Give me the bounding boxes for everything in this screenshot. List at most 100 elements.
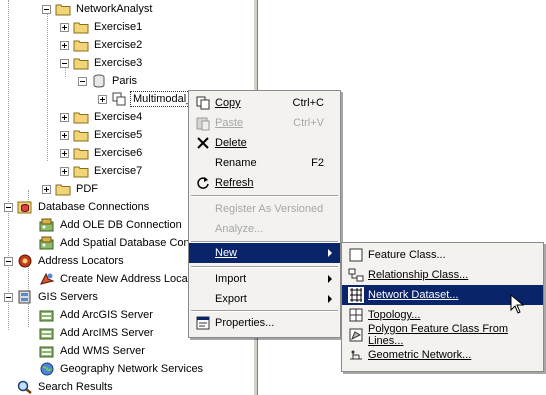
create-locator-icon xyxy=(40,272,55,285)
collapse-icon[interactable] xyxy=(78,76,87,86)
menu-item-properties[interactable]: Properties... xyxy=(189,313,340,333)
menu-item-export[interactable]: Export xyxy=(189,289,340,309)
feature-dataset-icon xyxy=(112,92,126,106)
tree-item-label: Exercise3 xyxy=(94,57,143,69)
tree-item-add-arcims-server[interactable]: Add ArcIMS Server xyxy=(26,324,156,342)
menu-item-refresh[interactable]: Refresh xyxy=(189,173,340,193)
expand-icon[interactable] xyxy=(98,94,107,104)
folder-icon xyxy=(73,130,89,142)
menu-item-label: New xyxy=(215,247,238,259)
tree-item-label: Add ArcIMS Server xyxy=(60,327,154,339)
menu-item-label: Register As Versioned xyxy=(215,203,324,215)
menu-shortcut: Ctrl+C xyxy=(292,97,324,109)
relationship-class-icon xyxy=(348,268,364,282)
menu-item-register-versioned[interactable]: Register As Versioned xyxy=(189,199,340,219)
submenu-item-relationship-class[interactable]: Relationship Class... xyxy=(342,265,543,285)
collapse-icon[interactable] xyxy=(4,256,13,266)
tree-item-label: Paris xyxy=(112,75,138,87)
tree-item-gis-servers[interactable]: GIS Servers xyxy=(4,288,100,306)
menu-item-delete[interactable]: Delete xyxy=(189,133,340,153)
folder-icon xyxy=(55,4,71,16)
expand-icon[interactable] xyxy=(60,130,69,140)
folder-icon xyxy=(73,148,89,160)
folder-icon xyxy=(55,184,71,196)
tree-item-add-spatial-db[interactable]: Add Spatial Database Conne xyxy=(26,234,204,252)
tree-item-label: Exercise4 xyxy=(94,111,143,123)
tree-item-exercise4[interactable]: Exercise4 xyxy=(60,108,144,126)
tree-item-exercise5[interactable]: Exercise5 xyxy=(60,126,144,144)
tree-item-search-results[interactable]: Search Results xyxy=(4,378,115,395)
collapse-icon[interactable] xyxy=(4,292,13,302)
collapse-icon[interactable] xyxy=(4,202,13,212)
menu-item-label: Delete xyxy=(215,137,247,149)
tree-item-label: Add WMS Server xyxy=(60,345,145,357)
menu-shortcut: Ctrl+V xyxy=(293,117,324,129)
menu-item-new[interactable]: New xyxy=(189,243,340,263)
menu-item-rename[interactable]: Rename F2 xyxy=(189,153,340,173)
tree-item-geography-network[interactable]: Geography Network Services xyxy=(26,360,205,378)
submenu-item-polygon-feature-class[interactable]: Polygon Feature Class From Lines... xyxy=(342,323,543,347)
tree-item-pdf[interactable]: PDF xyxy=(42,180,100,198)
collapse-icon[interactable] xyxy=(42,4,51,14)
delete-icon xyxy=(197,137,209,149)
tree-item-exercise6[interactable]: Exercise6 xyxy=(60,144,144,162)
mouse-cursor-icon xyxy=(510,294,524,314)
menu-item-label: Rename xyxy=(215,157,257,169)
menu-item-label: Topology... xyxy=(368,309,421,321)
expand-icon[interactable] xyxy=(60,22,69,32)
context-menu: Copy Ctrl+C Paste Ctrl+V Delete Rename F… xyxy=(188,90,341,338)
tree-item-exercise1[interactable]: Exercise1 xyxy=(60,18,144,36)
tree-item-exercise2[interactable]: Exercise2 xyxy=(60,36,144,54)
expand-icon[interactable] xyxy=(60,148,69,158)
feature-class-icon xyxy=(349,248,363,262)
tree-item-networkanalyst[interactable]: NetworkAnalyst xyxy=(42,0,154,18)
copy-icon xyxy=(196,96,210,110)
folder-icon xyxy=(73,40,89,52)
folder-icon xyxy=(73,112,89,124)
tree-item-label: Add Spatial Database Conne xyxy=(60,237,202,249)
tree-item-add-ole-db[interactable]: Add OLE DB Connection xyxy=(26,216,184,234)
menu-item-analyze[interactable]: Analyze... xyxy=(189,219,340,239)
tree-item-label: Search Results xyxy=(38,381,113,393)
tree-item-label: Geography Network Services xyxy=(60,363,204,375)
gis-servers-icon xyxy=(18,290,31,304)
expand-icon[interactable] xyxy=(60,166,69,176)
add-server-icon xyxy=(39,328,54,340)
tree-item-label: Database Connections xyxy=(38,201,150,213)
tree-item-add-arcgis-server[interactable]: Add ArcGIS Server xyxy=(26,306,155,324)
menu-item-label: Refresh xyxy=(215,177,254,189)
address-locators-icon xyxy=(18,254,32,268)
polygon-from-lines-icon xyxy=(349,328,363,342)
geometric-network-icon xyxy=(350,350,362,360)
tree-item-exercise7[interactable]: Exercise7 xyxy=(60,162,144,180)
tree-item-paris[interactable]: Paris xyxy=(78,72,139,90)
menu-item-paste[interactable]: Paste Ctrl+V xyxy=(189,113,340,133)
menu-item-label: Geometric Network... xyxy=(368,349,472,361)
tree-item-label: GIS Servers xyxy=(38,291,98,303)
tree-item-exercise3[interactable]: Exercise3 xyxy=(60,54,144,72)
menu-item-import[interactable]: Import xyxy=(189,269,340,289)
expand-icon[interactable] xyxy=(60,40,69,50)
tree-item-create-address-locator[interactable]: Create New Address Locator xyxy=(26,270,203,288)
menu-item-copy[interactable]: Copy Ctrl+C xyxy=(189,93,340,113)
menu-shortcut: F2 xyxy=(311,157,324,169)
add-connection-icon xyxy=(39,236,54,250)
tree-item-address-locators[interactable]: Address Locators xyxy=(4,252,126,270)
expand-icon[interactable] xyxy=(42,184,51,194)
add-server-icon xyxy=(39,310,54,322)
submenu-item-feature-class[interactable]: Feature Class... xyxy=(342,245,543,265)
menu-item-label: Relationship Class... xyxy=(368,269,469,281)
tree-item-label: Add OLE DB Connection xyxy=(60,219,182,231)
menu-separator xyxy=(191,266,338,268)
tree-item-add-wms-server[interactable]: Add WMS Server xyxy=(26,342,147,360)
collapse-icon[interactable] xyxy=(60,58,69,68)
tree-item-label: Exercise5 xyxy=(94,129,143,141)
tree-item-database-connections[interactable]: Database Connections xyxy=(4,198,151,216)
expand-icon[interactable] xyxy=(60,112,69,122)
submenu-item-geometric-network[interactable]: Geometric Network... xyxy=(342,345,543,365)
menu-item-label: Paste xyxy=(215,117,244,129)
tree-item-label: Exercise6 xyxy=(94,147,143,159)
geodatabase-icon xyxy=(93,74,105,88)
menu-item-label: Feature Class... xyxy=(368,249,446,261)
menu-item-label: Export xyxy=(215,293,247,305)
